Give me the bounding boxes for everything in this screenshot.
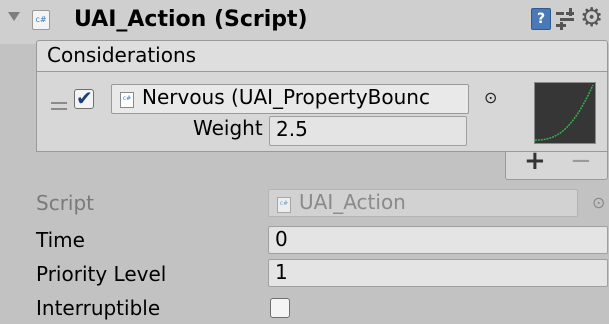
response-curve-preview[interactable] bbox=[534, 82, 596, 144]
interruptible-checkbox[interactable] bbox=[270, 298, 290, 318]
script-icon: c# bbox=[120, 92, 134, 108]
interruptible-label: Interruptible bbox=[36, 296, 161, 320]
component-title[interactable]: UAI_Action (Script) bbox=[74, 7, 308, 32]
consideration-object-label: Nervous (UAI_PropertyBounc bbox=[142, 85, 430, 109]
add-consideration-button[interactable]: + bbox=[524, 146, 546, 176]
script-value: UAI_Action bbox=[299, 190, 406, 214]
foldout-arrow-icon[interactable] bbox=[8, 12, 20, 21]
presets-icon[interactable] bbox=[556, 8, 574, 30]
list-footer: + − bbox=[505, 146, 608, 180]
priority-level-field[interactable]: 1 bbox=[268, 259, 608, 287]
considerations-list-header: Considerations bbox=[36, 40, 608, 72]
weight-field[interactable]: 2.5 bbox=[269, 116, 467, 146]
time-field[interactable]: 0 bbox=[268, 226, 608, 254]
help-icon[interactable]: ? bbox=[531, 8, 551, 30]
weight-label: Weight bbox=[193, 116, 263, 140]
consideration-object-field[interactable]: c# Nervous (UAI_PropertyBounc bbox=[111, 84, 469, 114]
time-label: Time bbox=[36, 228, 85, 252]
remove-consideration-button[interactable]: − bbox=[570, 146, 592, 176]
considerations-label: Considerations bbox=[47, 43, 197, 67]
script-icon: c# bbox=[277, 197, 291, 213]
priority-level-label: Priority Level bbox=[36, 262, 167, 286]
consideration-enabled-checkbox[interactable]: ✔ bbox=[74, 86, 94, 110]
object-picker-icon[interactable]: ⊙ bbox=[484, 88, 497, 107]
gear-icon[interactable]: ⚙ bbox=[580, 3, 603, 33]
script-icon: c# bbox=[32, 10, 50, 30]
script-picker-icon: ⊙ bbox=[592, 193, 606, 212]
checkmark-icon: ✔ bbox=[76, 86, 93, 110]
drag-handle-icon[interactable] bbox=[51, 102, 67, 114]
script-label: Script bbox=[36, 191, 95, 215]
script-field: c# UAI_Action bbox=[268, 189, 578, 217]
